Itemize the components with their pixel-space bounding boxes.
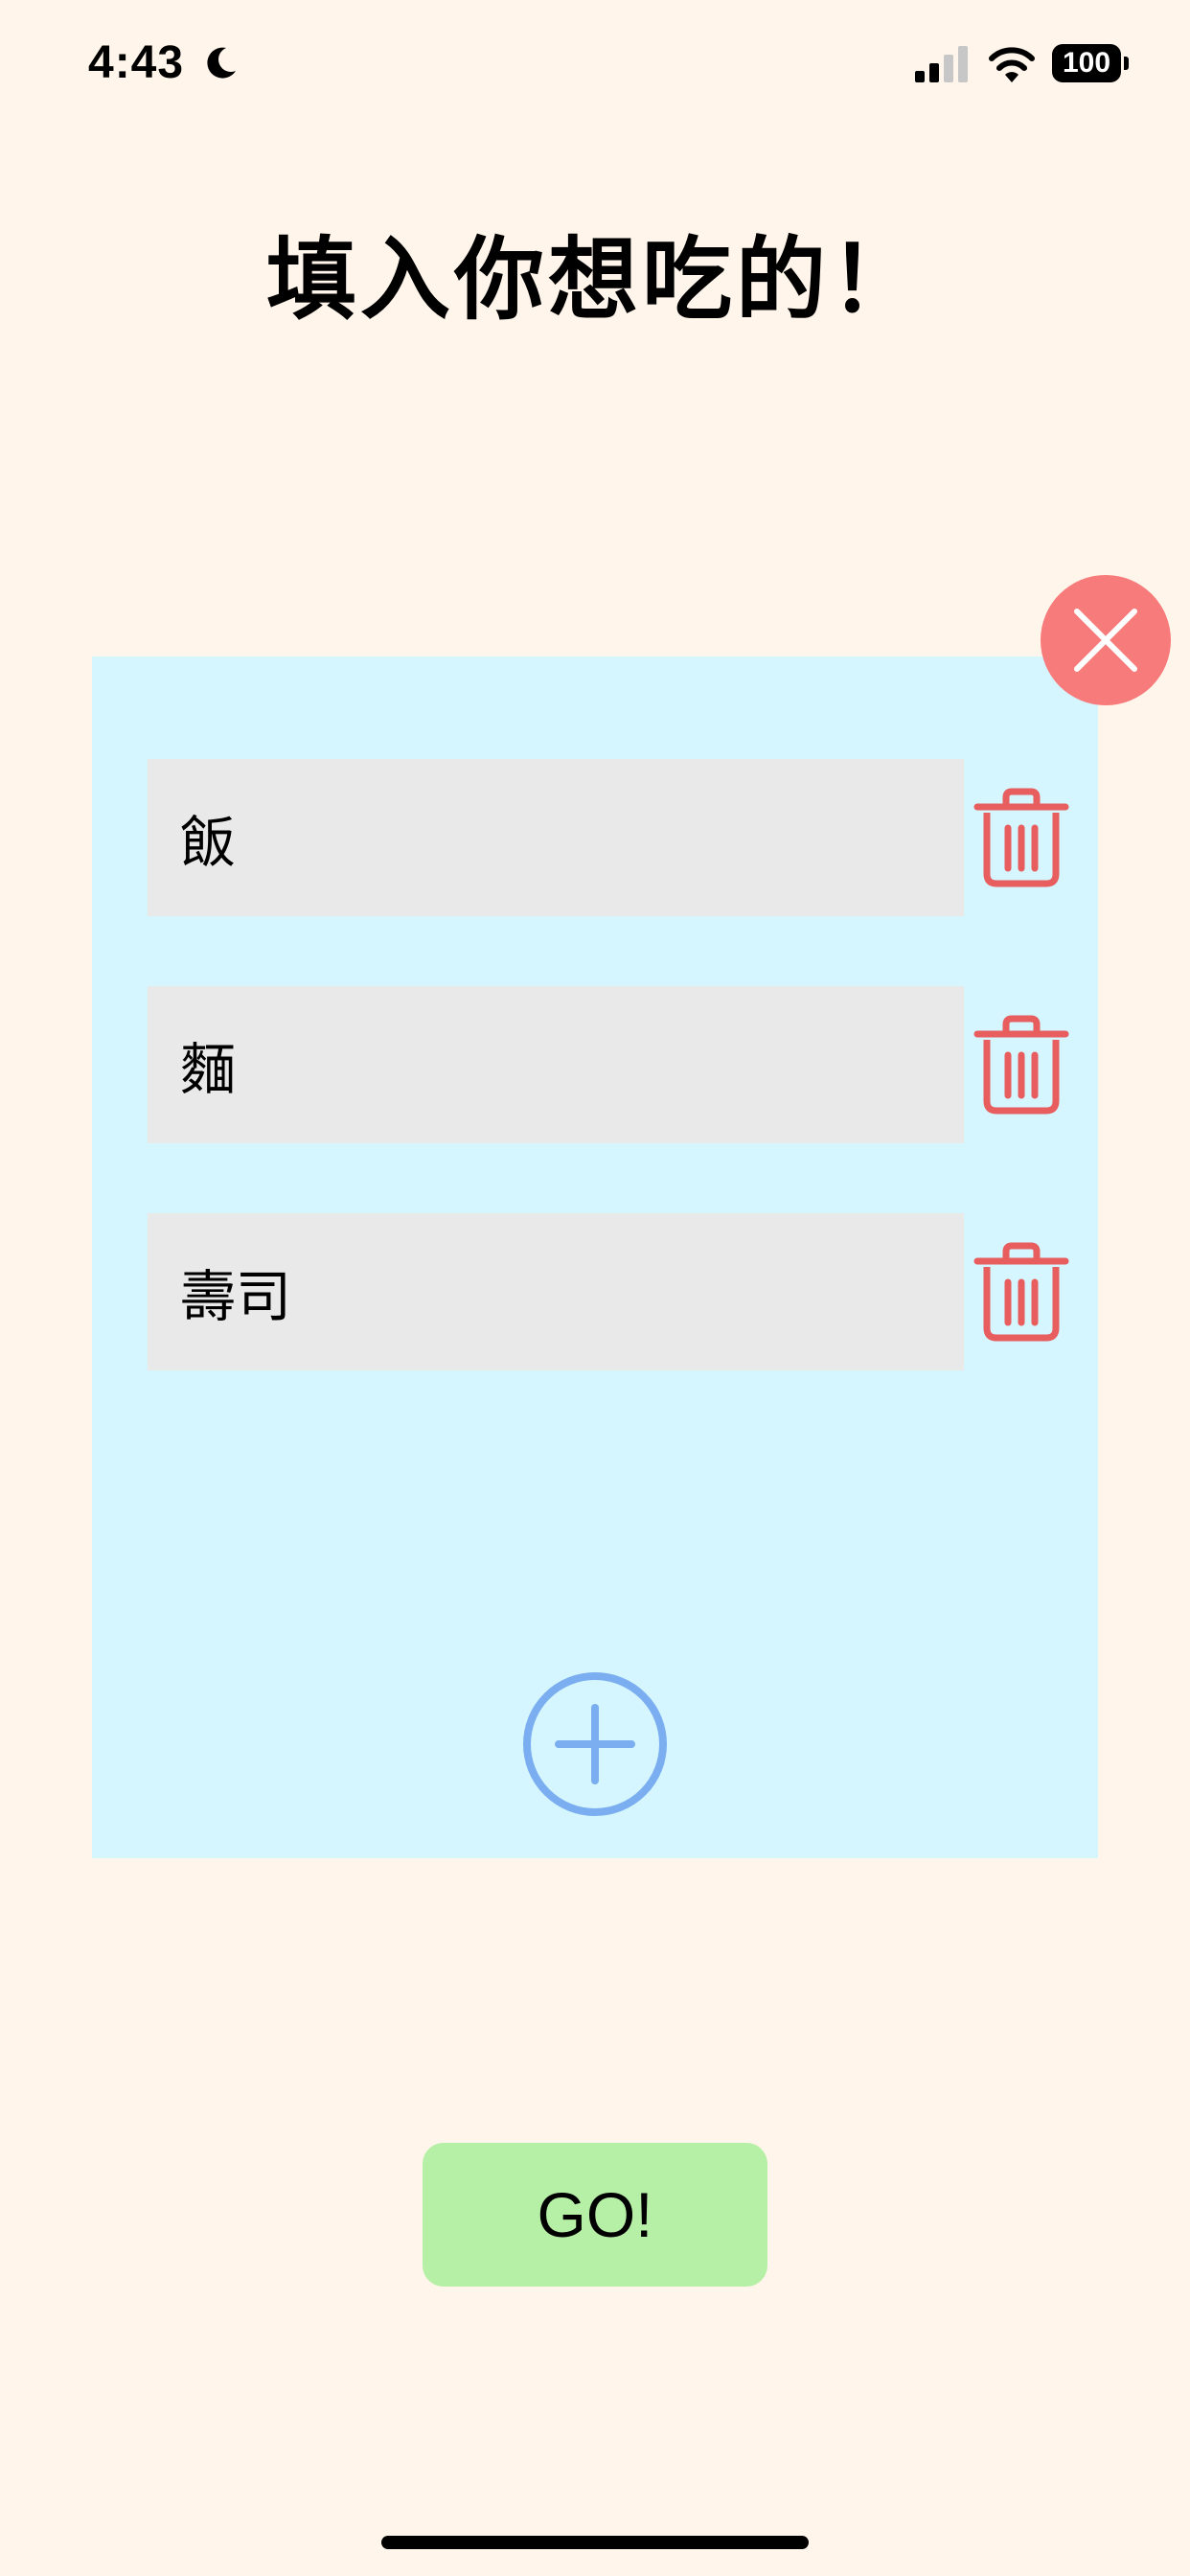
delete-button[interactable] bbox=[973, 1242, 1069, 1342]
status-bar: 4:43 100 bbox=[0, 0, 1190, 134]
battery-level: 100 bbox=[1052, 44, 1121, 82]
battery-icon: 100 bbox=[1052, 44, 1129, 82]
trash-icon bbox=[973, 1242, 1069, 1342]
delete-button[interactable] bbox=[973, 788, 1069, 887]
plus-circle-icon bbox=[523, 1672, 667, 1816]
close-button[interactable] bbox=[1041, 575, 1171, 705]
status-time: 4:43 bbox=[88, 37, 185, 88]
food-input[interactable] bbox=[148, 1213, 964, 1370]
go-button[interactable]: GO! bbox=[423, 2143, 767, 2287]
trash-icon bbox=[973, 788, 1069, 887]
home-indicator[interactable] bbox=[381, 2536, 809, 2549]
moon-icon bbox=[207, 47, 236, 79]
food-input[interactable] bbox=[148, 986, 964, 1143]
food-item-row bbox=[148, 759, 1087, 916]
add-item-button[interactable] bbox=[522, 1671, 668, 1817]
food-item-row bbox=[148, 986, 1087, 1143]
battery-tip bbox=[1124, 57, 1129, 70]
delete-button[interactable] bbox=[973, 1015, 1069, 1115]
wifi-icon bbox=[989, 47, 1035, 82]
close-icon bbox=[1074, 609, 1137, 672]
page-title: 填入你想吃的！ bbox=[265, 228, 924, 333]
food-item-row bbox=[148, 1213, 1087, 1370]
trash-icon bbox=[973, 1015, 1069, 1115]
food-input[interactable] bbox=[148, 759, 964, 916]
signal-icon bbox=[915, 46, 968, 82]
